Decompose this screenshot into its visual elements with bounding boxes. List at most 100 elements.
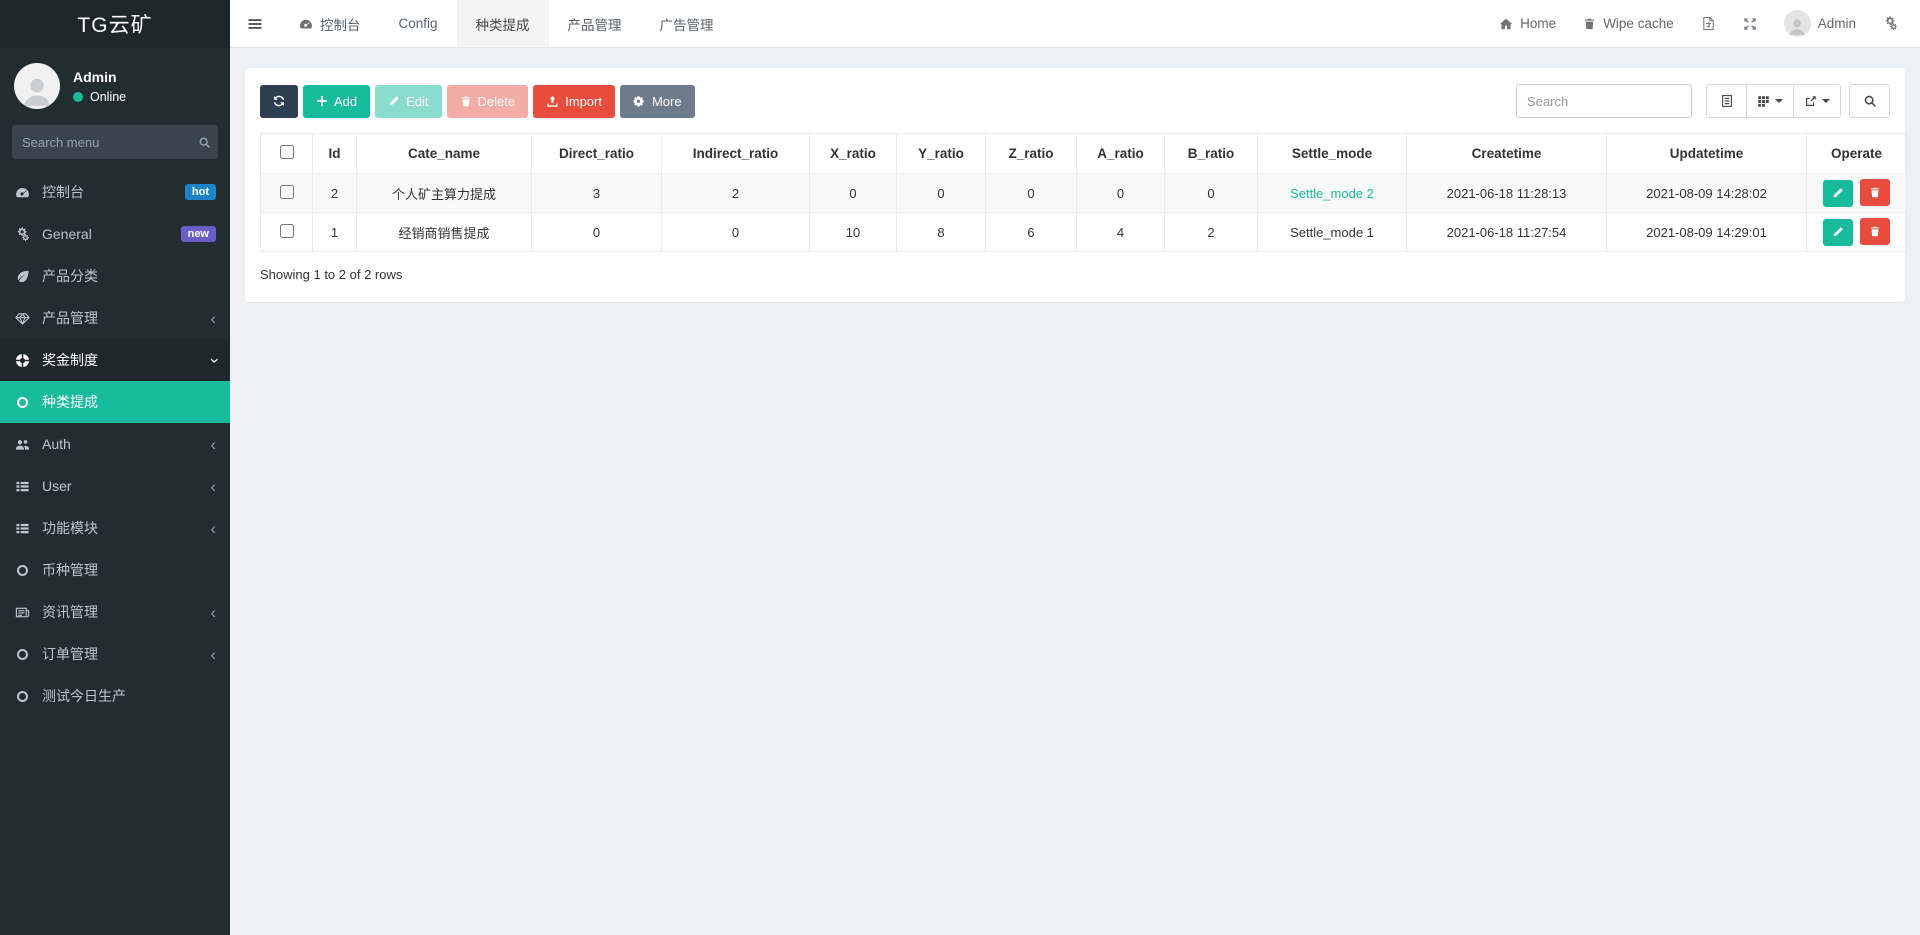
edit-button[interactable]: Edit: [375, 84, 442, 118]
column-header-indirect-ratio[interactable]: Indirect_ratio: [661, 133, 810, 174]
sidebar-item-dashboard[interactable]: 控制台 hot: [0, 171, 230, 213]
plus-icon: [316, 95, 328, 107]
sidebar-item-label: 测试今日生产: [42, 688, 126, 704]
user-name: Admin: [73, 68, 117, 85]
delete-label: Delete: [477, 93, 516, 109]
data-table: Id Cate_name Direct_ratio Indirect_ratio…: [260, 133, 1907, 252]
row-checkbox[interactable]: [279, 184, 294, 199]
brand-logo[interactable]: TG云矿: [0, 0, 230, 48]
tab-product-mgmt[interactable]: 产品管理: [549, 0, 641, 47]
cell-y-ratio: 0: [896, 173, 986, 213]
sidebar-item-label: 订单管理: [42, 646, 98, 662]
fullscreen-icon: [1743, 17, 1757, 31]
add-button[interactable]: Add: [303, 84, 371, 118]
cell-updatetime: 2021-08-09 14:28:02: [1606, 173, 1807, 213]
sidebar-item-label: 奖金制度: [42, 352, 98, 368]
column-header-a-ratio[interactable]: A_ratio: [1076, 133, 1165, 174]
column-header-settle-mode[interactable]: Settle_mode: [1257, 133, 1407, 174]
sidebar-item-label: General: [42, 226, 92, 242]
delete-button[interactable]: Delete: [446, 84, 529, 118]
settings-button[interactable]: [1883, 16, 1898, 31]
language-button[interactable]: [1701, 16, 1716, 31]
cell-id: 2: [312, 173, 357, 213]
column-header-updatetime[interactable]: Updatetime: [1606, 133, 1807, 174]
tab-label: 控制台: [320, 17, 361, 33]
gear-icon: [633, 95, 646, 108]
table-search-input[interactable]: [1516, 84, 1692, 118]
add-label: Add: [334, 93, 358, 109]
sidebar-item-order-mgmt[interactable]: 订单管理 ‹: [0, 633, 230, 675]
sidebar-item-coin-mgmt[interactable]: 币种管理: [0, 549, 230, 591]
cell-x-ratio: 0: [809, 173, 897, 213]
cell-direct-ratio: 3: [531, 173, 662, 213]
sidebar-item-product-category[interactable]: 产品分类: [0, 255, 230, 297]
column-header-operate[interactable]: Operate: [1806, 133, 1907, 174]
column-header-cate-name[interactable]: Cate_name: [356, 133, 532, 174]
column-header-z-ratio[interactable]: Z_ratio: [985, 133, 1077, 174]
sidebar-item-user[interactable]: User ‹: [0, 465, 230, 507]
export-dropdown-button[interactable]: [1794, 84, 1841, 118]
circle-icon: [14, 564, 31, 576]
sidebar-item-function-module[interactable]: 功能模块 ‹: [0, 507, 230, 549]
admin-menu[interactable]: Admin: [1783, 10, 1856, 37]
user-status: Online: [73, 90, 126, 104]
cell-settle-mode[interactable]: Settle_mode 2: [1257, 173, 1407, 213]
row-checkbox[interactable]: [279, 223, 294, 238]
list-icon: [14, 521, 31, 536]
chevron-left-icon: ‹: [210, 476, 216, 496]
main-area: 控制台 Config 种类提成 产品管理 广告管理 Home Wipe cach…: [230, 0, 1920, 935]
wipe-cache-label: Wipe cache: [1603, 16, 1674, 31]
sidebar-item-bonus-system[interactable]: 奖金制度 ‹: [0, 339, 230, 381]
column-header-b-ratio[interactable]: B_ratio: [1164, 133, 1258, 174]
toggle-view-button[interactable]: [1706, 84, 1747, 118]
sidebar-item-label: Auth: [42, 436, 71, 452]
caret-down-icon: [1822, 99, 1830, 103]
import-button[interactable]: Import: [533, 84, 615, 118]
sidebar-search-input[interactable]: [22, 134, 198, 150]
sidebar-item-test-today-production[interactable]: 测试今日生产: [0, 675, 230, 717]
column-header-createtime[interactable]: Createtime: [1406, 133, 1607, 174]
sidebar-item-label: 功能模块: [42, 520, 98, 536]
edit-row-button[interactable]: [1822, 179, 1853, 207]
wipe-cache-link[interactable]: Wipe cache: [1583, 16, 1674, 31]
search-icon[interactable]: [198, 136, 211, 149]
tab-dashboard[interactable]: 控制台: [280, 0, 380, 47]
cell-settle-mode[interactable]: Settle_mode 1: [1257, 212, 1407, 252]
trash-icon: [1583, 17, 1596, 31]
edit-row-button[interactable]: [1822, 218, 1853, 246]
more-button[interactable]: More: [619, 84, 695, 118]
tab-ad-mgmt[interactable]: 广告管理: [641, 0, 733, 47]
pagination-info: Showing 1 to 2 of 2 rows: [260, 267, 403, 282]
hamburger-icon: [248, 18, 262, 29]
column-header-x-ratio[interactable]: X_ratio: [809, 133, 897, 174]
select-all-checkbox[interactable]: [279, 145, 294, 159]
sidebar-item-auth[interactable]: Auth ‹: [0, 423, 230, 465]
sidebar-item-label: 资讯管理: [42, 604, 98, 620]
columns-dropdown-button[interactable]: [1747, 84, 1794, 118]
delete-row-button[interactable]: [1860, 179, 1891, 207]
cell-a-ratio: 0: [1076, 173, 1165, 213]
advanced-search-button[interactable]: [1849, 84, 1890, 118]
fullscreen-button[interactable]: [1743, 17, 1757, 31]
sidebar: TG云矿 Admin Online 控制台: [0, 0, 230, 935]
delete-row-button[interactable]: [1860, 218, 1891, 246]
column-header-y-ratio[interactable]: Y_ratio: [896, 133, 986, 174]
tab-config[interactable]: Config: [380, 0, 457, 47]
sidebar-item-category-commission[interactable]: 种类提成: [0, 381, 230, 423]
list-icon: [14, 479, 31, 494]
select-all-header[interactable]: [260, 133, 313, 174]
sidebar-item-product-mgmt[interactable]: 产品管理 ‹: [0, 297, 230, 339]
cell-cate-name: 经销商销售提成: [356, 212, 532, 252]
column-header-direct-ratio[interactable]: Direct_ratio: [531, 133, 662, 174]
tab-label: 种类提成: [475, 17, 530, 33]
sidebar-toggle-button[interactable]: [230, 0, 280, 47]
sidebar-item-general[interactable]: General new: [0, 213, 230, 255]
refresh-button[interactable]: [260, 84, 298, 118]
new-badge: new: [180, 226, 216, 242]
import-label: Import: [565, 93, 602, 109]
home-link[interactable]: Home: [1499, 16, 1556, 31]
column-header-id[interactable]: Id: [312, 133, 357, 174]
chevron-left-icon: ‹: [210, 602, 216, 622]
sidebar-item-news-mgmt[interactable]: 资讯管理 ‹: [0, 591, 230, 633]
tab-category-commission[interactable]: 种类提成: [456, 0, 549, 47]
